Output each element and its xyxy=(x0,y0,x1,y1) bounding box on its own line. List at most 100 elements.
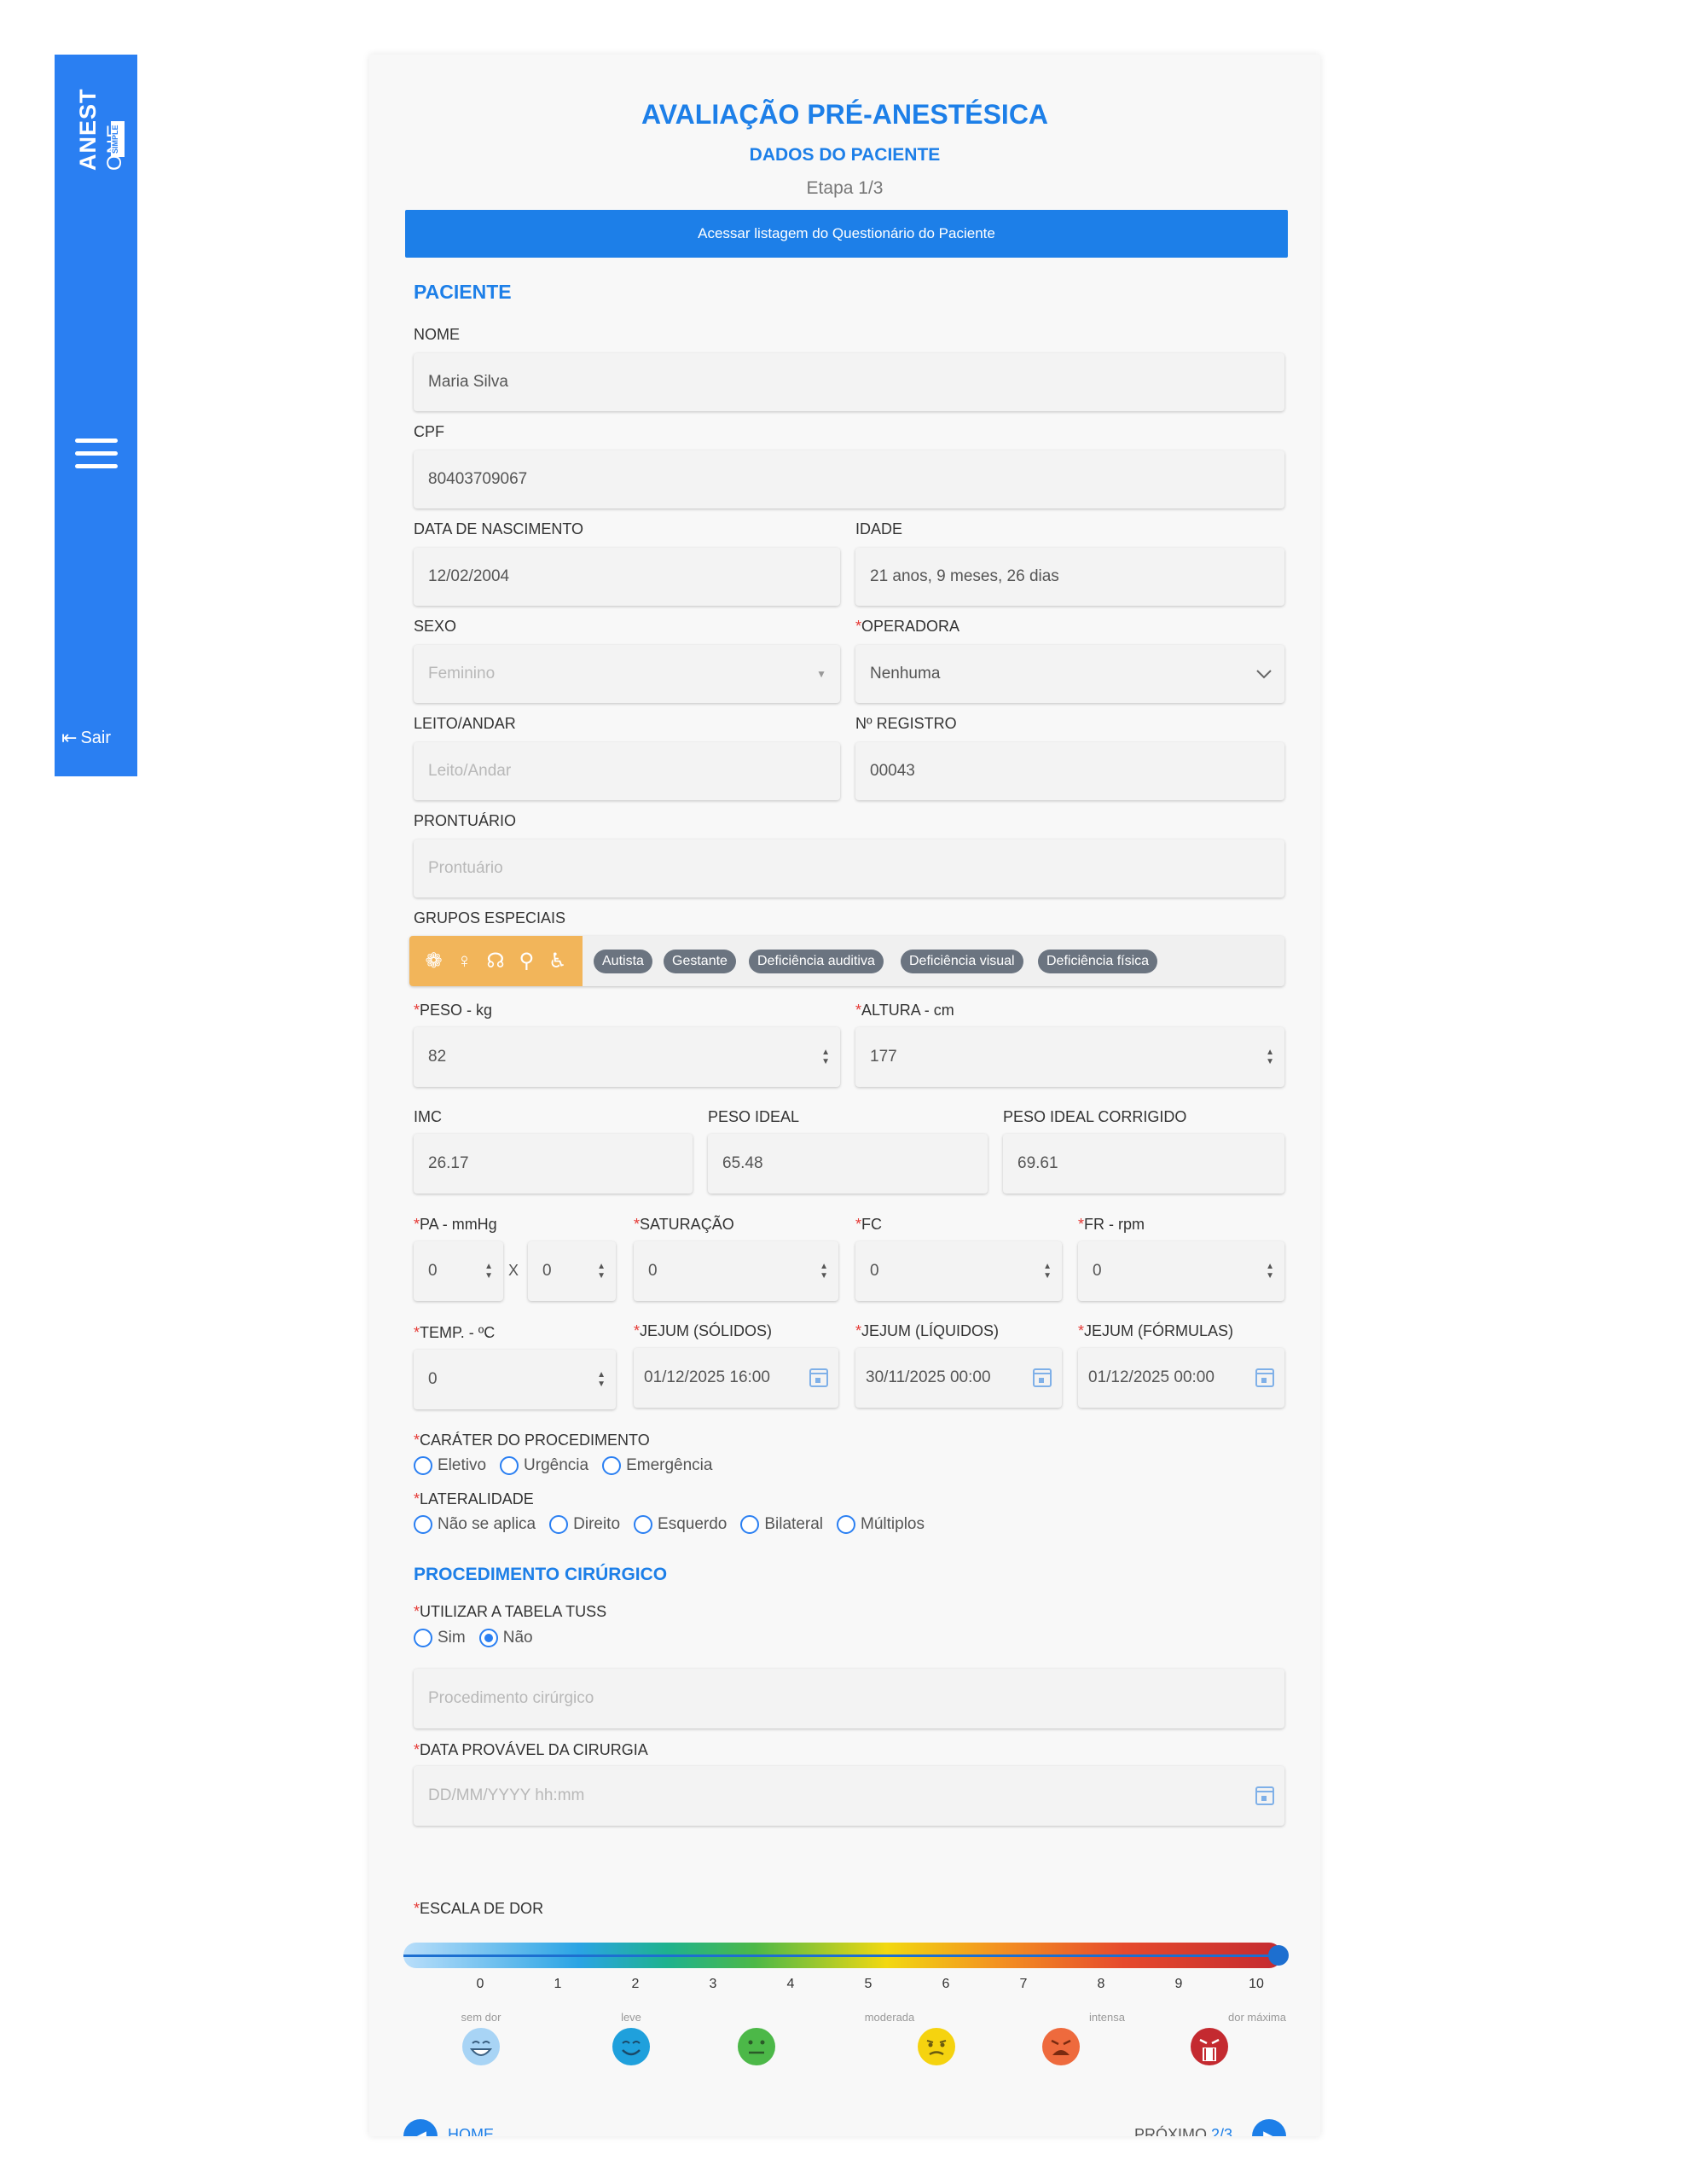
face-label-dor-maxima: dor máxima xyxy=(1228,2011,1286,2024)
stepper-icon[interactable]: ▲ ▼ xyxy=(1266,1048,1274,1066)
home-link[interactable]: HOME xyxy=(448,2126,494,2136)
pa-sys-value: 0 xyxy=(428,1262,438,1280)
next-link[interactable]: PRÓXIMO 2/3 xyxy=(1134,2126,1232,2136)
page-title: AVALIAÇÃO PRÉ-ANESTÉSICA xyxy=(641,99,1049,130)
chip-deficiencia-auditiva[interactable]: Deficiência auditiva xyxy=(749,950,884,973)
registro-field[interactable]: 00043 xyxy=(855,742,1284,800)
calendar-icon[interactable] xyxy=(1255,1786,1274,1805)
altura-field[interactable]: 177 ▲ ▼ xyxy=(855,1027,1284,1087)
jejum-solidos-field[interactable]: 01/12/2025 16:00 xyxy=(634,1348,838,1408)
calendar-icon[interactable] xyxy=(1033,1368,1052,1387)
procedimento-input[interactable] xyxy=(428,1689,1284,1708)
face-max-pain-icon[interactable] xyxy=(1190,2027,1229,2066)
chip-deficiencia-visual[interactable]: Deficiência visual xyxy=(901,950,1023,973)
face-no-pain-icon[interactable] xyxy=(461,2027,501,2066)
chip-deficiencia-fisica[interactable]: Deficiência física xyxy=(1038,950,1158,973)
data-cirurgia-field[interactable] xyxy=(414,1766,1284,1826)
imc-label: IMC xyxy=(414,1108,442,1125)
stepper-icon[interactable]: ▲ ▼ xyxy=(597,1370,606,1389)
home-arrow-icon[interactable]: ◀ xyxy=(403,2119,438,2136)
operadora-select[interactable]: Nenhuma xyxy=(855,645,1284,703)
jejum-formulas-label: *JEJUM (FÓRMULAS) xyxy=(1078,1322,1234,1339)
prontuario-input[interactable] xyxy=(428,859,1284,878)
idade-value: 21 anos, 9 meses, 26 dias xyxy=(870,567,1059,585)
stepper-icon[interactable]: ▲ ▼ xyxy=(820,1262,828,1281)
menu-icon[interactable] xyxy=(75,439,118,469)
face-label-moderada: moderada xyxy=(864,2011,915,2024)
radio-tuss-sim[interactable]: Sim xyxy=(414,1629,466,1647)
lateralidade-radio-group: Não se aplica Direito Esquerdo Bilateral… xyxy=(414,1515,925,1534)
temp-value: 0 xyxy=(428,1370,438,1388)
nascimento-value: 12/02/2004 xyxy=(428,567,510,585)
face-light-pain-icon[interactable] xyxy=(612,2027,651,2066)
radio-bilateral[interactable]: Bilateral xyxy=(740,1515,823,1534)
chip-autista[interactable]: Autista xyxy=(594,950,652,973)
sidebar: ANEST ONE SIMPLE ⇤ Sair xyxy=(55,55,137,776)
stepper-icon[interactable]: ▲ ▼ xyxy=(1266,1262,1274,1281)
pa-separator: X xyxy=(508,1262,519,1279)
pa-dia-field[interactable]: 0 ▲ ▼ xyxy=(528,1241,616,1301)
jejum-formulas-field[interactable]: 01/12/2025 00:00 xyxy=(1078,1348,1284,1408)
pain-scale-thumb[interactable] xyxy=(1268,1945,1289,1966)
sat-field[interactable]: 0 ▲ ▼ xyxy=(634,1241,838,1301)
lateralidade-label: *LATERALIDADE xyxy=(414,1490,534,1507)
pain-tick-7: 7 xyxy=(1019,1977,1028,1991)
section-procedimento: PROCEDIMENTO CIRÚRGICO xyxy=(414,1565,668,1584)
face-moderate-pain-icon[interactable] xyxy=(737,2027,776,2066)
nome-value: Maria Silva xyxy=(428,373,508,391)
radio-esquerdo[interactable]: Esquerdo xyxy=(634,1515,727,1534)
pa-dia-value: 0 xyxy=(542,1262,552,1280)
stepper-icon[interactable]: ▲ ▼ xyxy=(821,1048,830,1066)
altura-value: 177 xyxy=(870,1048,897,1066)
next-label: PRÓXIMO xyxy=(1134,2126,1208,2136)
pa-sys-field[interactable]: 0 ▲ ▼ xyxy=(414,1241,503,1301)
leito-input[interactable] xyxy=(428,762,840,781)
radio-tuss-nao[interactable]: Não xyxy=(478,1629,533,1647)
chip-gestante[interactable]: Gestante xyxy=(664,950,736,973)
stepper-icon[interactable]: ▲ ▼ xyxy=(1043,1262,1052,1281)
page-subtitle: DADOS DO PACIENTE xyxy=(749,145,941,165)
radio-multiplos[interactable]: Múltiplos xyxy=(837,1515,925,1534)
nome-field[interactable]: Maria Silva xyxy=(414,353,1284,411)
radio-urgencia[interactable]: Urgência xyxy=(500,1456,588,1475)
face-mid-pain-icon[interactable] xyxy=(917,2027,956,2066)
face-intense-pain-icon[interactable] xyxy=(1041,2027,1081,2066)
logout-label: Sair xyxy=(80,728,112,747)
procedimento-field[interactable] xyxy=(414,1669,1284,1728)
calendar-icon[interactable] xyxy=(1255,1368,1274,1387)
fr-field[interactable]: 0 ▲ ▼ xyxy=(1078,1241,1284,1301)
radio-nao-se-aplica[interactable]: Não se aplica xyxy=(414,1515,536,1534)
calendar-icon[interactable] xyxy=(809,1368,828,1387)
jejum-liquidos-field[interactable]: 30/11/2025 00:00 xyxy=(855,1348,1062,1408)
cpf-field[interactable]: 80403709067 xyxy=(414,450,1284,508)
nascimento-field[interactable]: 12/02/2004 xyxy=(414,548,840,606)
hearing-icon: ☊ xyxy=(486,950,505,973)
sat-label: *SATURAÇÃO xyxy=(634,1216,734,1233)
jejum-formulas-value: 01/12/2025 00:00 xyxy=(1088,1368,1215,1386)
peso-field[interactable]: 82 ▲ ▼ xyxy=(414,1027,840,1087)
sat-value: 0 xyxy=(648,1262,658,1280)
registro-value: 00043 xyxy=(870,762,915,780)
fc-field[interactable]: 0 ▲ ▼ xyxy=(855,1241,1062,1301)
questionnaire-list-button[interactable]: Acessar listagem do Questionário do Paci… xyxy=(405,210,1288,258)
logout-icon: ⇤ xyxy=(61,727,78,748)
data-cirurgia-input[interactable] xyxy=(428,1786,1284,1805)
caret-down-icon: ▼ xyxy=(816,668,826,680)
prontuario-field[interactable] xyxy=(414,839,1284,897)
radio-emergencia[interactable]: Emergência xyxy=(602,1456,712,1475)
radio-direito[interactable]: Direito xyxy=(549,1515,620,1534)
temp-field[interactable]: 0 ▲ ▼ xyxy=(414,1350,616,1409)
next-arrow-icon[interactable]: ▶ xyxy=(1252,2119,1286,2136)
radio-eletivo[interactable]: Eletivo xyxy=(414,1456,486,1475)
chevron-down-icon xyxy=(1256,670,1272,679)
stepper-icon[interactable]: ▲ ▼ xyxy=(484,1262,493,1281)
sexo-select[interactable]: Feminino ▼ xyxy=(414,645,840,703)
stepper-icon[interactable]: ▲ ▼ xyxy=(597,1262,606,1281)
jejum-liquidos-label: *JEJUM (LÍQUIDOS) xyxy=(855,1322,1000,1339)
wheelchair-icon: ♿ xyxy=(548,950,567,973)
leito-field[interactable] xyxy=(414,742,840,800)
peso-ideal-value: 65.48 xyxy=(722,1154,763,1172)
cpf-label: CPF xyxy=(414,423,444,440)
peso-ideal-label: PESO IDEAL xyxy=(708,1108,800,1125)
logout-button[interactable]: ⇤ Sair xyxy=(61,727,111,749)
